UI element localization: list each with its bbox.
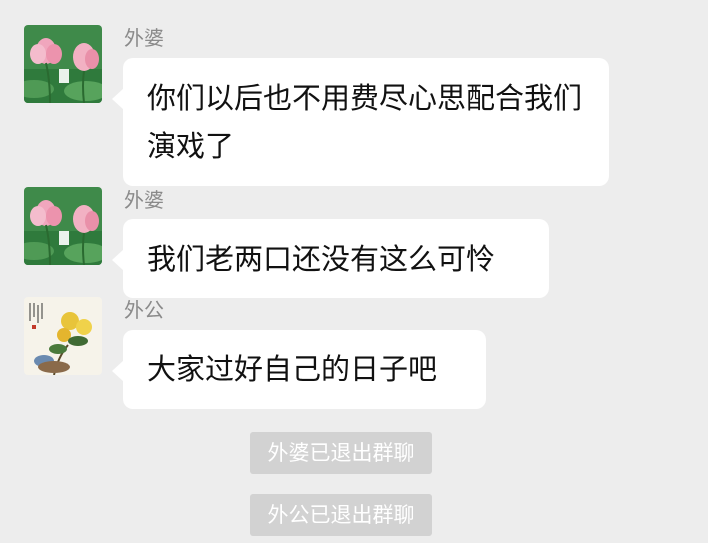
message-text: 我们老两口还没有这么可怜	[147, 242, 496, 276]
lotus-avatar-icon[interactable]	[24, 187, 102, 265]
sender-name: 外婆	[124, 26, 164, 50]
lotus-avatar-icon[interactable]	[24, 25, 102, 103]
message-bubble[interactable]: 你们以后也不用费尽心思配合我们演戏了	[112, 58, 609, 186]
message-text: 大家过好自己的日子吧	[147, 352, 438, 386]
chrysanthemum-painting-avatar-icon[interactable]	[24, 297, 102, 375]
system-notice: 外婆已退出群聊	[250, 432, 432, 474]
message-bubble[interactable]: 大家过好自己的日子吧	[112, 330, 486, 409]
message-text: 你们以后也不用费尽心思配合我们演戏了	[147, 81, 583, 163]
message-bubble[interactable]: 我们老两口还没有这么可怜	[112, 219, 549, 298]
sender-name: 外公	[124, 298, 164, 322]
sender-name: 外婆	[124, 188, 164, 212]
system-notice: 外公已退出群聊	[250, 494, 432, 536]
chat-area: 外婆 你们以后也不用费尽心思配合我们演戏了 外婆 我们老两口还没有这么可怜 外公…	[0, 0, 708, 543]
